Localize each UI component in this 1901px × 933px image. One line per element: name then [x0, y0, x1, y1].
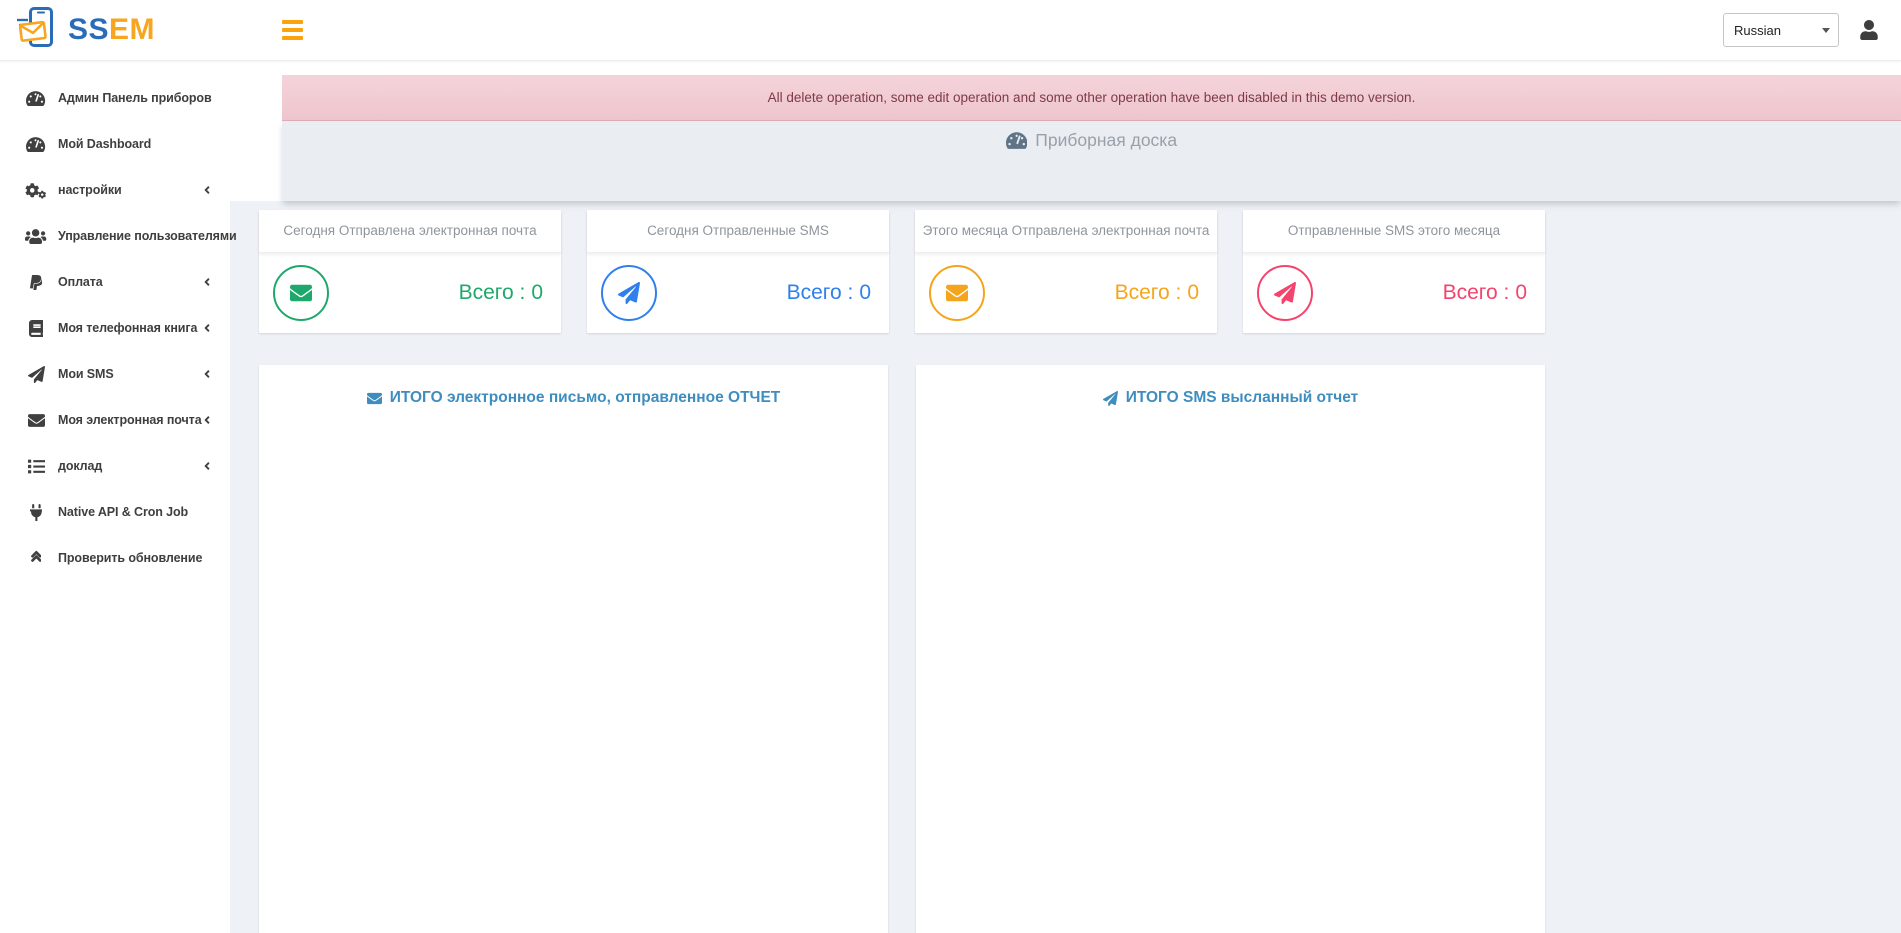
user-icon[interactable] — [1859, 20, 1879, 40]
sidebar-item-label: настройки — [58, 183, 122, 197]
sidebar: Админ Панель приборов Мой Dashboard наст… — [0, 60, 237, 933]
stat-total-label: Всего : — [458, 281, 526, 304]
sidebar-item-label: доклад — [58, 459, 103, 473]
sidebar-item[interactable]: Проверить обновление — [0, 535, 230, 581]
report-panel: ИТОГО SMS высланный отчет — [916, 365, 1545, 933]
brand-text: SSEM — [68, 13, 156, 46]
stat-card-title: Сегодня Отправленные SMS — [587, 210, 889, 253]
demo-alert-text: All delete operation, some edit operatio… — [767, 90, 1416, 105]
sidebar-toggle-hamburger-icon[interactable] — [282, 20, 308, 40]
brand-logo[interactable]: SSEM — [0, 6, 230, 54]
sidebar-item[interactable]: Оплата — [0, 259, 230, 305]
stat-total-value: 0 — [1187, 281, 1199, 304]
chevron-left-icon — [204, 276, 210, 288]
stat-total-label: Всего : — [1114, 281, 1182, 304]
sidebar-item[interactable]: Управление пользователями — [0, 213, 237, 259]
tachometer-icon — [1005, 131, 1028, 150]
report-panel: ИТОГО электронное письмо, отправленное О… — [259, 365, 888, 933]
users-icon — [25, 228, 47, 245]
language-select-wrap: Russian — [1723, 13, 1839, 47]
stat-card-title: Сегодня Отправлена электронная почта — [259, 210, 561, 253]
sidebar-item-label: Админ Панель приборов — [58, 91, 212, 105]
sidebar-item-label: Мои SMS — [58, 367, 114, 381]
stat-total: Всего : 0 — [787, 281, 871, 305]
paypal-icon — [25, 274, 47, 291]
sidebar-menu: Админ Панель приборов Мой Dashboard наст… — [0, 60, 237, 581]
paper-plane-icon — [25, 365, 47, 383]
sidebar-item-label: Управление пользователями — [58, 229, 237, 243]
sidebar-item[interactable]: Native API & Cron Job — [0, 489, 230, 535]
tachometer-icon — [25, 90, 47, 107]
stat-card: Этого месяца Отправлена электронная почт… — [915, 210, 1217, 333]
top-header: SSEM Russian — [0, 0, 1901, 61]
chevron-left-icon — [204, 322, 210, 334]
sidebar-item-label: Проверить обновление — [58, 551, 203, 565]
envelope-icon — [25, 412, 47, 429]
stat-card: Отправленные SMS этого месяца Всего : 0 — [1243, 210, 1545, 333]
envelope-icon — [273, 265, 329, 321]
chevron-left-icon — [204, 460, 210, 472]
sidebar-item[interactable]: Мои SMS — [0, 351, 230, 397]
stat-total-value: 0 — [531, 281, 543, 304]
stat-cards-row: Сегодня Отправлена электронная почта Все… — [259, 210, 1545, 333]
sidebar-item-label: Мой Dashboard — [58, 137, 152, 151]
plug-icon — [25, 503, 47, 521]
stat-card-title: Отправленные SMS этого месяца — [1243, 210, 1545, 253]
main-content: All delete operation, some edit operatio… — [230, 60, 1901, 933]
envelope-icon — [366, 391, 382, 406]
sidebar-item-label: Моя электронная почта — [58, 413, 202, 427]
paper-plane-icon — [1257, 265, 1313, 321]
sidebar-item-label: Моя телефонная книга — [58, 321, 198, 335]
stat-total-label: Всего : — [786, 281, 854, 304]
paper-plane-icon — [601, 265, 657, 321]
envelope-icon — [929, 265, 985, 321]
sidebar-item[interactable]: Мой Dashboard — [0, 121, 230, 167]
list-icon — [25, 458, 47, 475]
sidebar-item-label: Native API & Cron Job — [58, 505, 189, 519]
demo-alert-banner: All delete operation, some edit operatio… — [282, 75, 1901, 121]
gears-icon — [25, 182, 47, 199]
stat-total-value: 0 — [859, 281, 871, 304]
stat-card: Сегодня Отправленные SMS Всего : 0 — [587, 210, 889, 333]
sidebar-item-label: Оплата — [58, 275, 103, 289]
stat-total-label: Всего : — [1442, 281, 1510, 304]
angle-double-up-icon — [25, 550, 47, 567]
sidebar-item[interactable]: Моя телефонная книга — [0, 305, 230, 351]
page-title: Приборная доска — [1035, 130, 1178, 150]
page-title-strip: Приборная доска — [282, 121, 1901, 201]
sidebar-item[interactable]: Админ Панель приборов — [0, 75, 230, 121]
tachometer-icon — [25, 136, 47, 153]
stat-card-title: Этого месяца Отправлена электронная почт… — [915, 210, 1217, 253]
report-panel-title-text: ИТОГО SMS высланный отчет — [1125, 389, 1359, 406]
sidebar-item[interactable]: настройки — [0, 167, 230, 213]
chevron-left-icon — [204, 414, 210, 426]
ssem-logo-icon — [16, 6, 62, 54]
language-select[interactable]: Russian — [1723, 13, 1839, 47]
stat-card: Сегодня Отправлена электронная почта Все… — [259, 210, 561, 333]
address-book-icon — [25, 319, 47, 337]
sidebar-item[interactable]: доклад — [0, 443, 230, 489]
chevron-left-icon — [204, 368, 210, 380]
content-body: Сегодня Отправлена электронная почта Все… — [259, 210, 1545, 933]
stat-total-value: 0 — [1515, 281, 1527, 304]
paper-plane-icon — [1102, 390, 1118, 406]
stat-total: Всего : 0 — [1443, 281, 1527, 305]
report-panel-title-text: ИТОГО электронное письмо, отправленное О… — [389, 389, 781, 406]
sidebar-item[interactable]: Моя электронная почта — [0, 397, 230, 443]
chevron-left-icon — [204, 184, 210, 196]
stat-total: Всего : 0 — [459, 281, 543, 305]
report-panels-row: ИТОГО электронное письмо, отправленное О… — [259, 365, 1545, 933]
stat-total: Всего : 0 — [1115, 281, 1199, 305]
